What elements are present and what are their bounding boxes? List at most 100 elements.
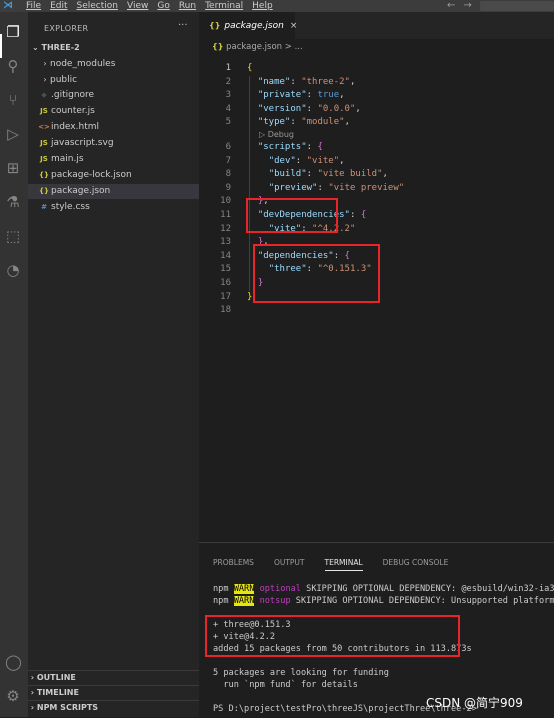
tab-debug-console[interactable]: DEBUG CONSOLE [383,558,449,571]
tree-item-package-json[interactable]: {} package.json [28,184,199,199]
line-number: 5 [225,117,231,128]
tree-item-gitignore[interactable]: ◆ .gitignore [28,88,199,103]
chevron-right-icon: › [28,688,37,697]
line-number: 4 [225,103,231,114]
close-icon[interactable]: × [290,21,298,31]
source-control-icon[interactable]: ⑂ [5,92,21,108]
chevron-right-icon: › [43,59,47,68]
tree-item-main-js[interactable]: JS main.js [28,152,199,167]
breadcrumb[interactable]: {} package.json > ... [212,42,303,52]
menu-view[interactable]: View [127,0,148,12]
menu-go[interactable]: Go [157,0,169,12]
more-actions-icon[interactable]: ··· [178,20,188,31]
panel-tabs: PROBLEMS OUTPUT TERMINAL DEBUG CONSOLE [213,558,468,571]
terminal-line: npm WARN optional SKIPPING OPTIONAL DEPE… [213,584,554,594]
highlight-box-dependencies [253,244,380,303]
testing-icon[interactable]: ⚗ [5,194,21,210]
tree-item-javascript-svg[interactable]: JS javascript.svg [28,136,199,151]
menu-file[interactable]: File [26,0,41,12]
tree-item-counter-js[interactable]: JS counter.js [28,104,199,119]
terminal-line: npm WARN notsup SKIPPING OPTIONAL DEPEND… [213,596,554,606]
tree-item-index-html[interactable]: <>index.html [28,120,199,135]
section-npm-scripts[interactable]: › NPM SCRIPTS [28,700,199,715]
json-file-icon: {} [212,42,224,51]
code-line: "name": "three-2", [257,76,356,87]
explorer-sidebar: EXPLORER ··· ⌄ THREE-2 › node_modules › pu… [28,12,199,717]
settings-gear-icon[interactable]: ⚙ [5,688,21,704]
search-icon[interactable]: ⚲ [5,58,21,74]
warn-badge: WARN [233,584,255,594]
section-timeline[interactable]: › TIMELINE [28,685,199,700]
tree-item-style-css[interactable]: # style.css [28,200,199,215]
chevron-right-icon: › [28,703,37,712]
line-number: 8 [225,169,231,180]
line-number: 9 [225,182,231,193]
command-center-search[interactable] [480,1,554,11]
code-line: "private": true, [257,90,345,101]
chevron-right-icon: › [28,673,37,682]
line-number: 13 [220,237,231,248]
breadcrumb-separator: > [284,42,292,52]
tree-item-package-lock-json[interactable]: {} package-lock.json [28,168,199,183]
code-line: "build": "vite build", [268,169,388,180]
line-number: 7 [225,155,231,166]
tab-package-json[interactable]: {} package.json × [199,12,298,39]
sidebar-title: EXPLORER [44,24,89,33]
json-file-icon: {} [39,187,49,195]
code-line: "scripts": { [257,142,323,152]
menu-run[interactable]: Run [179,0,196,12]
terminal-line: run `npm fund` for details [213,680,358,690]
code-line: } [247,291,253,302]
indent-guide [249,75,250,291]
nav-arrows: ←→ [447,0,480,12]
chevron-right-icon: › [43,75,47,84]
terminal-line: 5 packages are looking for funding [213,668,389,678]
tab-output[interactable]: OUTPUT [274,558,305,571]
debug-codelens[interactable]: ▷ Debug [259,129,294,140]
section-outline[interactable]: › OUTLINE [28,670,199,685]
line-number: 16 [220,278,231,288]
git-file-icon: ◆ [41,91,47,99]
code-line: "dev": "vite", [268,155,345,166]
back-arrow-icon[interactable]: ← [447,0,463,11]
explorer-icon[interactable]: ❐ [5,24,21,40]
menu-help[interactable]: Help [252,0,273,12]
remote-explorer-icon[interactable]: ⬚ [5,228,21,244]
vscode-logo-icon: ⋊ [3,0,13,11]
menu-edit[interactable]: Edit [50,0,67,12]
tab-problems[interactable]: PROBLEMS [213,558,254,571]
js-file-icon: JS [40,139,48,147]
bottom-panel: PROBLEMS OUTPUT TERMINAL DEBUG CONSOLE n… [199,542,554,718]
breadcrumb-rest[interactable]: ... [295,42,303,52]
title-bar: ⋊ File Edit Selection View Go Run Termin… [0,0,554,12]
forward-arrow-icon[interactable]: → [463,0,479,11]
tab-bar: {} package.json × [199,12,554,39]
code-line: "version": "0.0.0", [257,103,361,114]
tab-terminal[interactable]: TERMINAL [324,558,363,571]
css-file-icon: # [41,203,47,211]
account-icon[interactable]: ◯ [5,654,22,670]
line-number: 12 [220,223,231,234]
run-debug-icon[interactable]: ▷ [5,126,21,142]
code-line: "type": "module", [257,117,350,128]
js-file-icon: JS [40,155,48,163]
extensions-icon[interactable]: ⊞ [5,160,21,176]
active-indicator [0,34,2,58]
breadcrumb-file[interactable]: package.json [226,42,282,52]
menu-selection[interactable]: Selection [77,0,118,12]
tree-item-public[interactable]: › public [28,72,199,87]
line-number: 3 [225,90,231,101]
timeline-icon[interactable]: ◔ [5,262,21,278]
chevron-down-icon: ⌄ [32,43,42,52]
line-number: 6 [225,142,231,152]
line-number: 18 [220,305,231,316]
js-file-icon: JS [40,107,48,115]
tree-item-node-modules[interactable]: › node_modules [28,56,199,71]
menu-terminal[interactable]: Terminal [205,0,243,12]
line-number: 15 [220,264,231,275]
line-number: 10 [220,196,231,207]
json-file-icon: {} [39,171,49,179]
line-number: 17 [220,291,231,302]
workspace-folder[interactable]: ⌄ THREE-2 [32,43,80,52]
highlight-box-devdependencies [246,198,338,233]
